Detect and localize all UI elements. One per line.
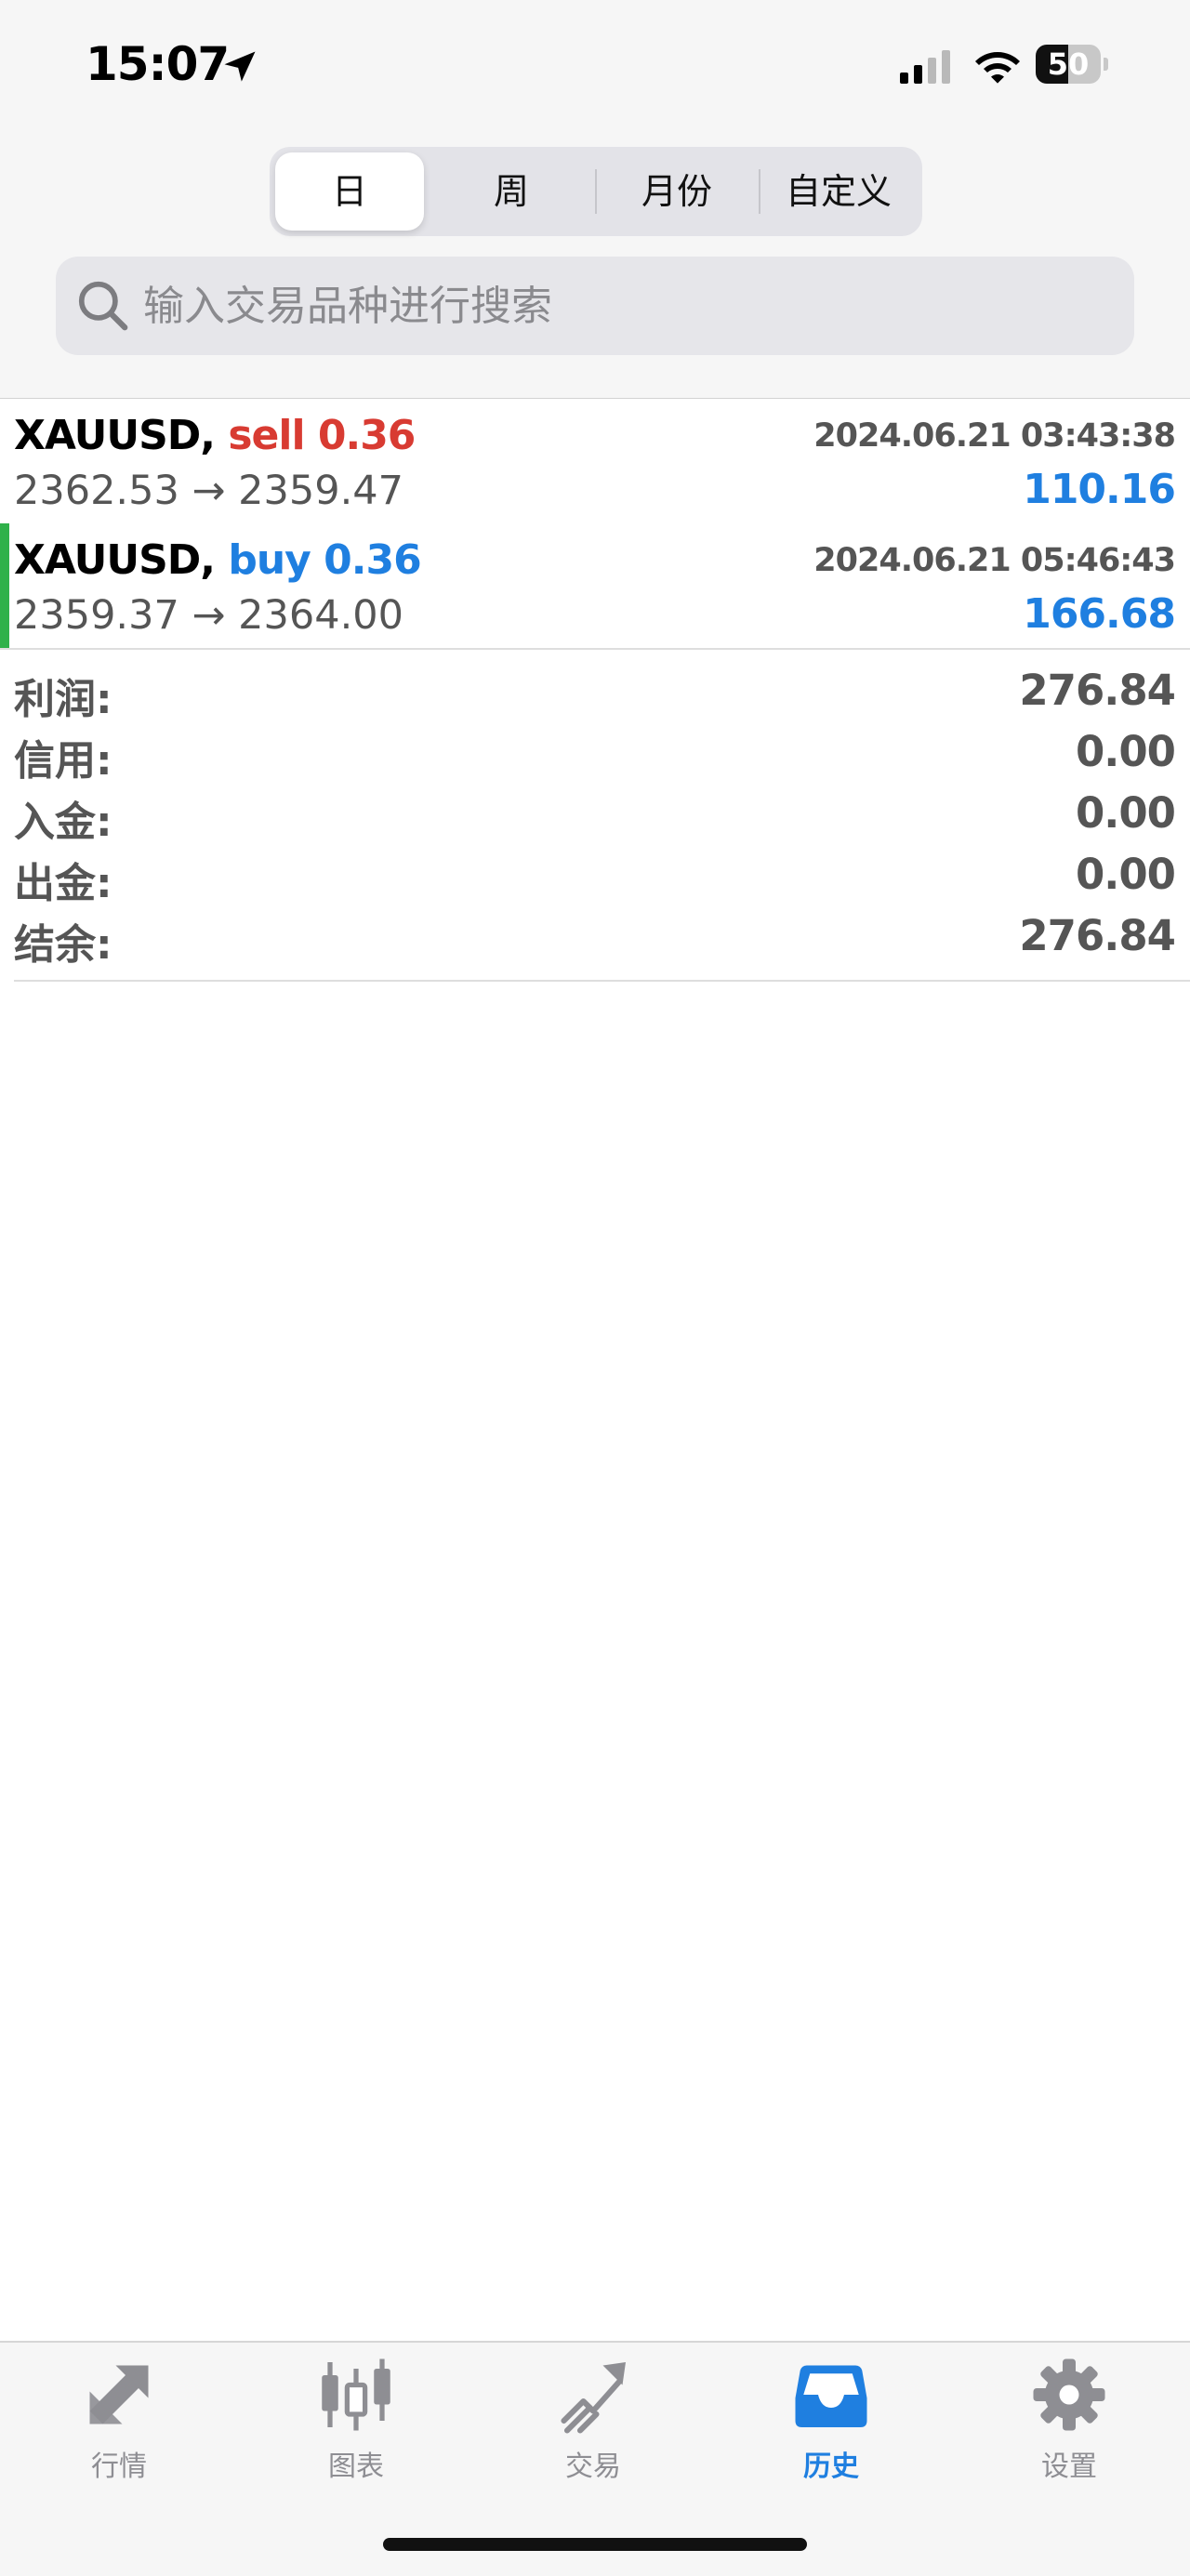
home-indicator bbox=[383, 2538, 807, 2551]
tab-quotes[interactable]: 行情 bbox=[26, 2356, 212, 2495]
wifi-icon bbox=[975, 52, 1020, 84]
settings-icon bbox=[1033, 2358, 1105, 2431]
deal-prices: 2359.37 → 2364.00 bbox=[14, 592, 403, 639]
summary-divider bbox=[14, 980, 1190, 982]
tab-label: 历史 bbox=[803, 2451, 859, 2483]
deal-selected-marker bbox=[0, 523, 9, 648]
tab-label: 设置 bbox=[1041, 2451, 1097, 2483]
period-tab-custom[interactable]: 自定义 bbox=[760, 152, 917, 231]
search-input[interactable] bbox=[143, 257, 1110, 355]
search-bar bbox=[56, 257, 1134, 355]
summary-row-withdrawal: 出金: 0.00 bbox=[14, 846, 1176, 907]
summary-row-balance: 结余: 276.84 bbox=[14, 907, 1176, 969]
deal-prices: 2362.53 → 2359.47 bbox=[14, 468, 403, 514]
summary-value: 0.00 bbox=[1075, 788, 1176, 838]
period-tab-week[interactable]: 周 bbox=[430, 152, 593, 231]
deal-time: 2024.06.21 05:46:43 bbox=[813, 542, 1176, 579]
summary-label: 利润: bbox=[14, 676, 112, 723]
deal-time: 2024.06.21 03:43:38 bbox=[813, 417, 1176, 455]
deal-type: buy 0.36 bbox=[228, 536, 421, 584]
summary-value: 276.84 bbox=[1019, 911, 1176, 960]
battery-body: 50 bbox=[1036, 45, 1101, 84]
period-tab-day[interactable]: 日 bbox=[275, 152, 424, 231]
battery-icon: 50 bbox=[1036, 45, 1110, 86]
history-icon bbox=[795, 2365, 867, 2427]
cellular-signal-icon bbox=[900, 50, 950, 84]
deal-symbol: XAUUSD, buy 0.36 bbox=[14, 536, 422, 584]
tab-history[interactable]: 历史 bbox=[738, 2356, 924, 2495]
tab-label: 行情 bbox=[91, 2451, 147, 2483]
battery-percent: 50 bbox=[1047, 46, 1090, 82]
deal-type: sell 0.36 bbox=[228, 412, 416, 459]
quotes-icon bbox=[89, 2365, 149, 2424]
tab-label: 交易 bbox=[565, 2451, 621, 2483]
summary-value: 0.00 bbox=[1075, 727, 1176, 776]
deal-profit: 166.68 bbox=[1023, 590, 1176, 638]
tab-settings[interactable]: 设置 bbox=[976, 2356, 1162, 2495]
summary-value: 0.00 bbox=[1075, 850, 1176, 899]
location-arrow-icon bbox=[224, 51, 256, 82]
deal-row[interactable]: XAUUSD, buy 0.36 2024.06.21 05:46:43 235… bbox=[0, 523, 1190, 650]
status-time: 15:07 bbox=[86, 37, 230, 91]
deal-symbol-name: XAUUSD, bbox=[14, 412, 216, 459]
summary-section: 利润: 276.84 信用: 0.00 入金: 0.00 出金: 0.00 结余… bbox=[14, 662, 1176, 969]
tab-chart[interactable]: 图表 bbox=[263, 2356, 449, 2495]
summary-row-deposit: 入金: 0.00 bbox=[14, 785, 1176, 846]
tab-label: 图表 bbox=[328, 2451, 384, 2483]
tab-trade[interactable]: 交易 bbox=[500, 2356, 686, 2495]
deal-profit: 110.16 bbox=[1023, 466, 1176, 513]
search-icon bbox=[78, 281, 128, 331]
summary-label: 结余: bbox=[14, 921, 112, 969]
deal-symbol: XAUUSD, sell 0.36 bbox=[14, 412, 416, 459]
summary-row-credit: 信用: 0.00 bbox=[14, 723, 1176, 785]
deal-symbol-name: XAUUSD, bbox=[14, 536, 216, 584]
chart-icon bbox=[322, 2358, 390, 2431]
period-tab-month[interactable]: 月份 bbox=[597, 152, 757, 231]
period-segmented-control: 日 周 月份 自定义 bbox=[270, 147, 922, 236]
deal-row[interactable]: XAUUSD, sell 0.36 2024.06.21 03:43:38 23… bbox=[0, 399, 1190, 525]
summary-label: 出金: bbox=[14, 860, 112, 907]
summary-value: 276.84 bbox=[1019, 666, 1176, 715]
summary-row-profit: 利润: 276.84 bbox=[14, 662, 1176, 723]
summary-label: 信用: bbox=[14, 737, 112, 785]
battery-nub bbox=[1104, 58, 1108, 71]
trade-icon bbox=[561, 2362, 626, 2434]
summary-label: 入金: bbox=[14, 799, 112, 846]
top-area: 15:07 50 日 周 月份 自定义 bbox=[0, 0, 1190, 399]
